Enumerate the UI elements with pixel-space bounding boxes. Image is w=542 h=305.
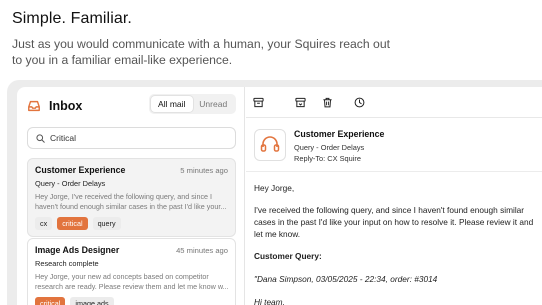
search-box: [27, 127, 236, 149]
inbox-header: Inbox: [27, 95, 82, 117]
email-greeting: Hey Jorge,: [254, 183, 295, 193]
message-time: 5 minutes ago: [180, 166, 228, 175]
hero-headline: Simple. Familiar.: [12, 10, 132, 27]
trash-icon[interactable]: [322, 97, 333, 108]
message-title: Customer Experience: [35, 165, 126, 175]
app-window: Inbox All mail Unread Customer Experienc…: [17, 87, 542, 305]
query-meta: "Dana Simpson, 03/05/2025 - 22:34, order…: [254, 274, 438, 284]
email-subject: Query - Order Delays: [294, 143, 365, 152]
headset-icon: [260, 136, 280, 152]
message-tags: critical image ads: [35, 297, 228, 305]
archive-icon[interactable]: [253, 97, 264, 108]
inbox-icon: [28, 100, 40, 112]
query-label: Customer Query:: [254, 251, 322, 261]
search-icon: [36, 133, 45, 143]
message-view: Customer Experience Query - Order Delays…: [246, 87, 542, 305]
tag-critical: critical: [57, 217, 88, 230]
message-snippet: Hey Jorge, I've received the following q…: [35, 192, 227, 211]
tag-critical: critical: [35, 297, 66, 305]
message-subject: Research complete: [35, 259, 99, 268]
tag: image ads: [70, 297, 114, 305]
inbox-title: Inbox: [49, 99, 83, 113]
sender-avatar: [254, 129, 286, 161]
header-divider: [246, 171, 542, 172]
message-subject: Query - Order Delays: [35, 179, 106, 188]
query-greeting: Hi team,: [254, 297, 285, 305]
inbox-pane: Inbox All mail Unread Customer Experienc…: [17, 87, 245, 305]
message-title: Image Ads Designer: [35, 245, 120, 255]
message-toolbar: [246, 87, 542, 118]
archive-alt-icon[interactable]: [295, 97, 306, 108]
reply-to: Reply-To: CX Squire: [294, 154, 361, 163]
tag: query: [92, 217, 121, 230]
sender-name: Customer Experience: [294, 129, 385, 139]
mail-filter-toggle: All mail Unread: [149, 94, 236, 114]
tag: cx: [35, 217, 53, 230]
message-card[interactable]: Image Ads Designer 45 minutes ago Resear…: [27, 238, 236, 305]
clock-icon[interactable]: [354, 97, 365, 108]
message-snippet: Hey Jorge, your new ad concepts based on…: [35, 272, 229, 291]
email-paragraph: I've received the following query, and s…: [254, 205, 534, 239]
message-tags: cx critical query: [35, 217, 228, 230]
message-time: 45 minutes ago: [176, 246, 228, 255]
search-input[interactable]: [50, 133, 220, 143]
hero-subtitle: Just as you would communicate with a hum…: [12, 37, 391, 67]
message-card[interactable]: Customer Experience 5 minutes ago Query …: [27, 158, 236, 237]
filter-all-mail[interactable]: All mail: [151, 96, 193, 112]
filter-unread[interactable]: Unread: [193, 96, 235, 112]
